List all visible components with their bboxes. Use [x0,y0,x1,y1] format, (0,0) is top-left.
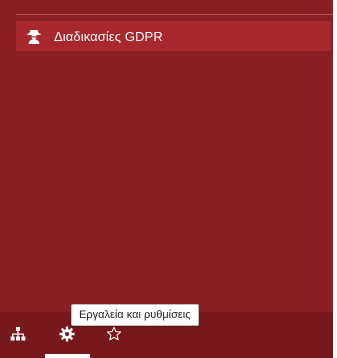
tooltip: Εργαλεία και ρυθμίσεις [71,304,199,326]
active-tab-indicator [45,354,90,358]
gear-icon [59,326,75,347]
tools-settings-button[interactable] [57,326,77,346]
menu-item-gdpr-procedures[interactable]: Διαδικασίες GDPR [16,21,331,51]
favorites-button[interactable] [104,326,124,346]
sitemap-button[interactable] [8,326,28,346]
sitemap-icon [10,326,26,347]
detective-icon [26,28,42,44]
side-panel: Διαδικασίες GDPR Εργαλεία και ρυθμίσεις [0,0,333,358]
tooltip-text: Εργαλεία και ρυθμίσεις [79,309,191,321]
top-divider [16,14,333,15]
menu-item-label: Διαδικασίες GDPR [54,28,163,44]
right-edge [333,0,337,358]
star-icon [106,326,122,347]
